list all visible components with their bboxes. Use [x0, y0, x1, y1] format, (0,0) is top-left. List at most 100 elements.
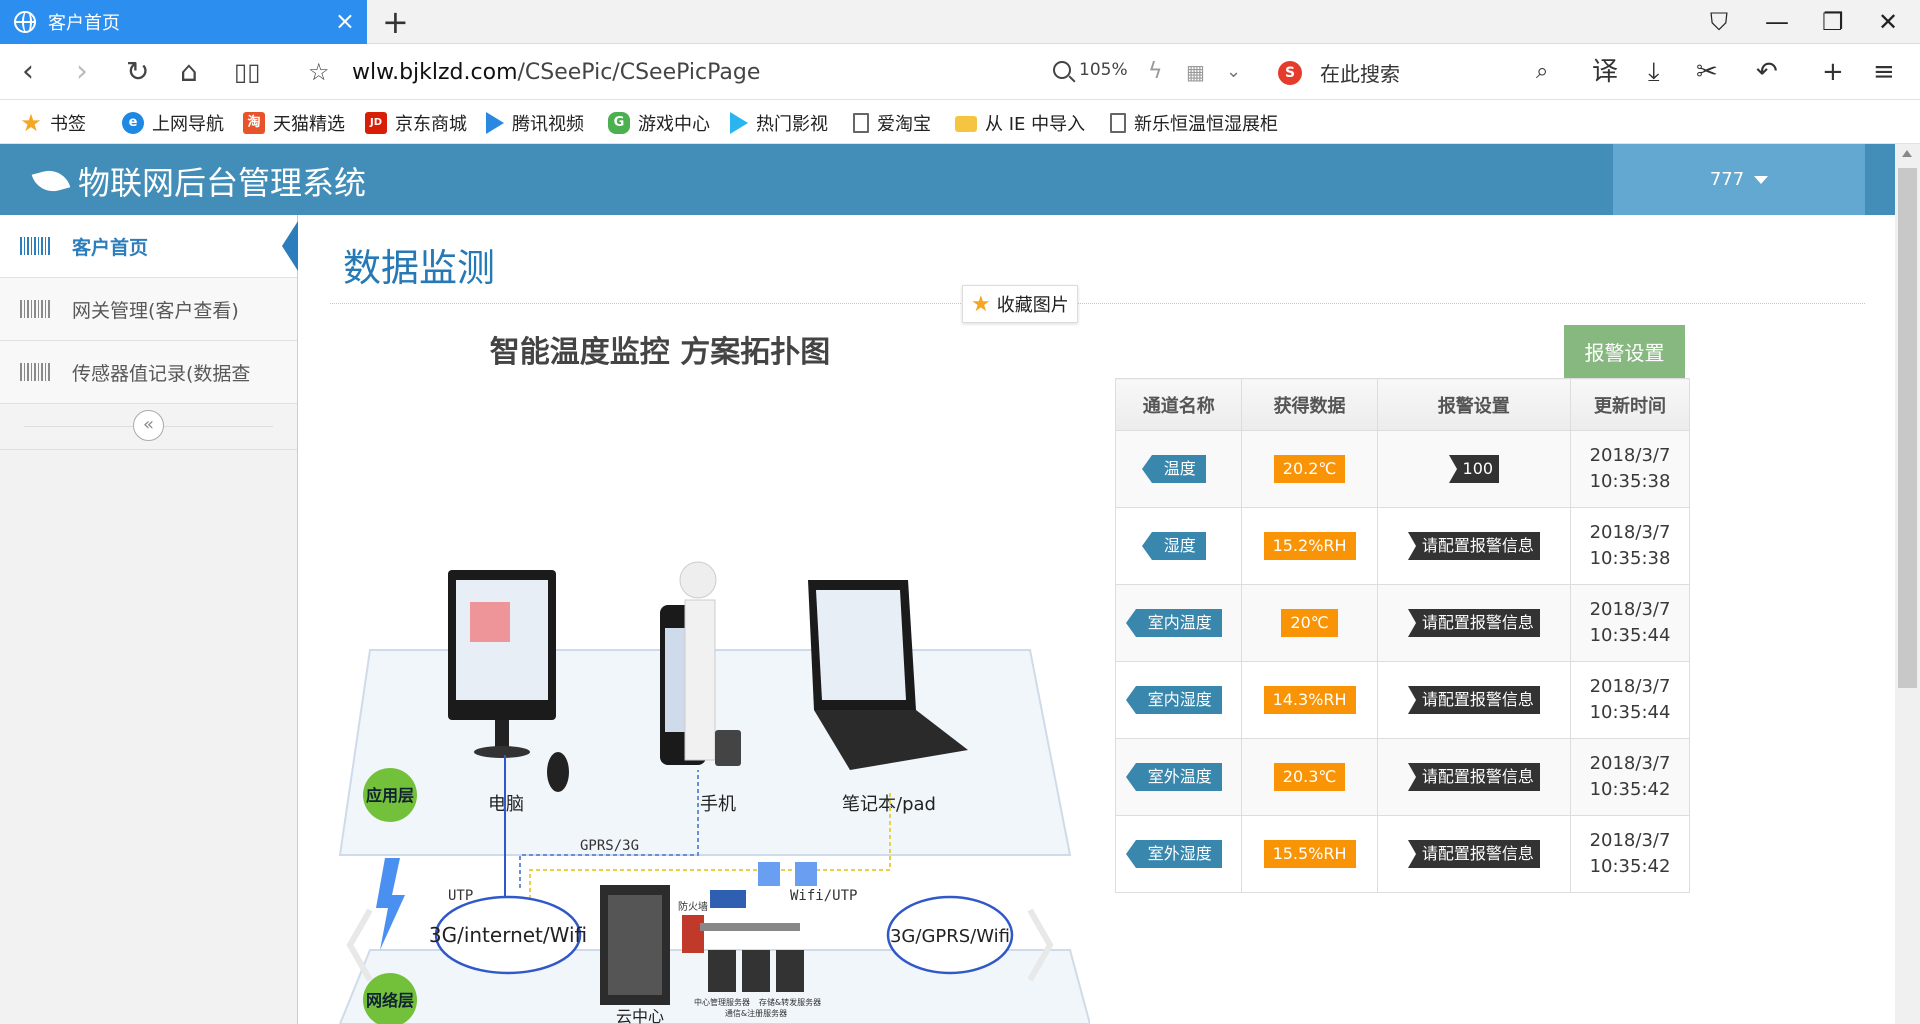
- table-header-row: 通道名称 获得数据 报警设置 更新时间: [1114, 378, 1690, 431]
- monitor-icon: [795, 862, 817, 886]
- user-menu[interactable]: 777: [1613, 144, 1865, 215]
- close-window-icon[interactable]: ✕: [1878, 6, 1898, 38]
- router-icon: [710, 890, 746, 908]
- bookmark-item[interactable]: JD 京东商城: [365, 110, 467, 136]
- reader-icon[interactable]: ▯▯: [234, 54, 260, 90]
- app-layer-label: 应用层: [366, 786, 414, 805]
- qrcode-icon[interactable]: ▦: [1186, 56, 1205, 88]
- close-tab-icon[interactable]: ×: [335, 8, 355, 34]
- star-icon: ★: [20, 109, 42, 137]
- scissors-icon[interactable]: ✂: [1696, 56, 1718, 88]
- download-icon[interactable]: ⤓: [1648, 56, 1660, 88]
- title-divider: [330, 303, 1865, 304]
- add-icon[interactable]: +: [1822, 56, 1844, 88]
- sidebar-item-gateway[interactable]: 网关管理(客户查看): [0, 278, 297, 341]
- alarm-cell: 请配置报警信息: [1376, 815, 1572, 893]
- new-tab-icon[interactable]: +: [382, 4, 409, 40]
- sidebar-item-home[interactable]: 客户首页: [0, 215, 298, 278]
- bookmark-star-icon[interactable]: ☆: [308, 54, 330, 90]
- zoom-icon: [1053, 61, 1071, 79]
- bookmark-item[interactable]: 热门影视: [730, 110, 828, 136]
- search-icon[interactable]: ⌕: [1536, 56, 1548, 88]
- alarm-badge[interactable]: 请配置报警信息: [1407, 763, 1540, 791]
- bookmark-label: 从 IE 中导入: [985, 114, 1086, 135]
- bookmark-item[interactable]: e 上网导航: [122, 110, 224, 136]
- value-badge: 20.3℃: [1273, 763, 1346, 791]
- page-scrollbar[interactable]: [1895, 144, 1920, 1024]
- home-icon[interactable]: ⌂: [180, 54, 198, 90]
- bookmark-item[interactable]: 爱淘宝: [853, 110, 931, 136]
- table-row: 温度 20.2℃ 100 2018/3/7 10:35:38: [1114, 430, 1690, 508]
- sidebar-item-sensor-records[interactable]: 传感器值记录(数据查: [0, 341, 297, 404]
- scroll-up-icon[interactable]: [1902, 150, 1912, 157]
- lightning-icon[interactable]: ϟ: [1148, 56, 1163, 88]
- bookmark-item[interactable]: ★ 书签: [20, 110, 86, 136]
- channel-badge: 湿度: [1141, 532, 1206, 560]
- globe-icon: [14, 11, 36, 33]
- menu-icon[interactable]: ≡: [1873, 56, 1895, 88]
- update-time: 10:35:42: [1589, 856, 1671, 877]
- update-date: 2018/3/7: [1589, 599, 1671, 620]
- collapse-sidebar-icon[interactable]: «: [133, 410, 164, 441]
- address-bar: ‹ › ↻ ⌂ ▯▯ ☆ wlw.bjklzd.com/CSeePic/CSee…: [0, 44, 1920, 100]
- minimize-icon[interactable]: —: [1765, 6, 1789, 38]
- skin-icon[interactable]: ⛉: [1710, 6, 1728, 38]
- cloud-left-label: 3G/internet/Wifi: [429, 923, 587, 947]
- browser-tab-active[interactable]: 客户首页 ×: [0, 0, 367, 44]
- search-box[interactable]: S 在此搜索: [1278, 58, 1400, 87]
- search-input[interactable]: 在此搜索: [1320, 58, 1400, 87]
- alarm-badge[interactable]: 100: [1448, 455, 1500, 483]
- server-icon: [776, 950, 804, 992]
- server-label: 存储&转发服务器: [759, 997, 821, 1007]
- refresh-icon[interactable]: ↻: [126, 54, 149, 90]
- update-time: 10:35:42: [1589, 779, 1671, 800]
- channel-badge: 室内湿度: [1125, 686, 1222, 714]
- time-cell: 2018/3/7 10:35:44: [1570, 661, 1690, 739]
- update-time: 10:35:38: [1589, 548, 1671, 569]
- bookmark-item[interactable]: 从 IE 中导入: [955, 110, 1085, 136]
- bookmark-label: 天猫精选: [273, 114, 345, 135]
- value-badge: 20℃: [1281, 609, 1338, 637]
- chevron-down-icon[interactable]: ⌄: [1226, 56, 1241, 88]
- search-engine-icon[interactable]: S: [1278, 60, 1302, 85]
- alarm-badge[interactable]: 请配置报警信息: [1407, 686, 1540, 714]
- channel-cell: 室内温度: [1114, 584, 1243, 662]
- bookmark-item[interactable]: 新乐恒温恒湿展柜: [1110, 110, 1290, 136]
- zoom-level: 105%: [1079, 60, 1128, 80]
- alarm-badge[interactable]: 请配置报警信息: [1407, 840, 1540, 868]
- jd-icon: JD: [365, 112, 387, 134]
- alarm-badge[interactable]: 请配置报警信息: [1407, 609, 1540, 637]
- alarm-settings-button[interactable]: 报警设置: [1564, 325, 1685, 378]
- server-icon: [742, 950, 770, 992]
- scrollbar-thumb[interactable]: [1898, 168, 1917, 688]
- topology-diagram: 智能温度监控 方案拓扑图 应用层 网络层 手机 笔记本/pad UTP GPRS…: [338, 335, 1090, 1024]
- firewall-label: 防火墙: [678, 900, 708, 913]
- restore-icon[interactable]: ❐: [1822, 6, 1844, 38]
- sidebar-item-label: 网关管理(客户查看): [72, 299, 239, 322]
- channel-cell: 室外温度: [1114, 738, 1243, 816]
- laptop-label: 笔记本/pad: [842, 794, 936, 815]
- document-icon: [853, 113, 869, 133]
- channel-badge: 温度: [1141, 455, 1206, 483]
- alarm-cell: 请配置报警信息: [1376, 507, 1572, 585]
- undo-icon[interactable]: ↶: [1756, 56, 1778, 88]
- forward-icon[interactable]: ›: [76, 54, 88, 90]
- alarm-badge[interactable]: 请配置报警信息: [1407, 532, 1540, 560]
- caret-down-icon: [1754, 175, 1769, 184]
- time-cell: 2018/3/7 10:35:42: [1570, 738, 1690, 816]
- zoom-control[interactable]: 105%: [1053, 60, 1128, 80]
- app-brand[interactable]: 物联网后台管理系统: [31, 158, 366, 204]
- channel-cell: 湿度: [1114, 507, 1243, 585]
- url-field[interactable]: wlw.bjklzd.com/CSeePic/CSeePicPage: [352, 60, 760, 85]
- bookmark-item[interactable]: G 游戏中心: [608, 110, 710, 136]
- barcode-icon: [20, 363, 50, 381]
- back-icon[interactable]: ‹: [22, 54, 34, 90]
- bookmark-item[interactable]: 腾讯视频: [486, 110, 584, 136]
- server-icon: [708, 950, 736, 992]
- update-date: 2018/3/7: [1589, 445, 1671, 466]
- bookmark-item[interactable]: 淘 天猫精选: [243, 110, 345, 136]
- bookmark-label: 腾讯视频: [512, 114, 584, 135]
- time-cell: 2018/3/7 10:35:38: [1570, 430, 1690, 508]
- wifi-utp-label: Wifi/UTP: [790, 888, 857, 904]
- translate-icon[interactable]: 译: [1592, 56, 1618, 88]
